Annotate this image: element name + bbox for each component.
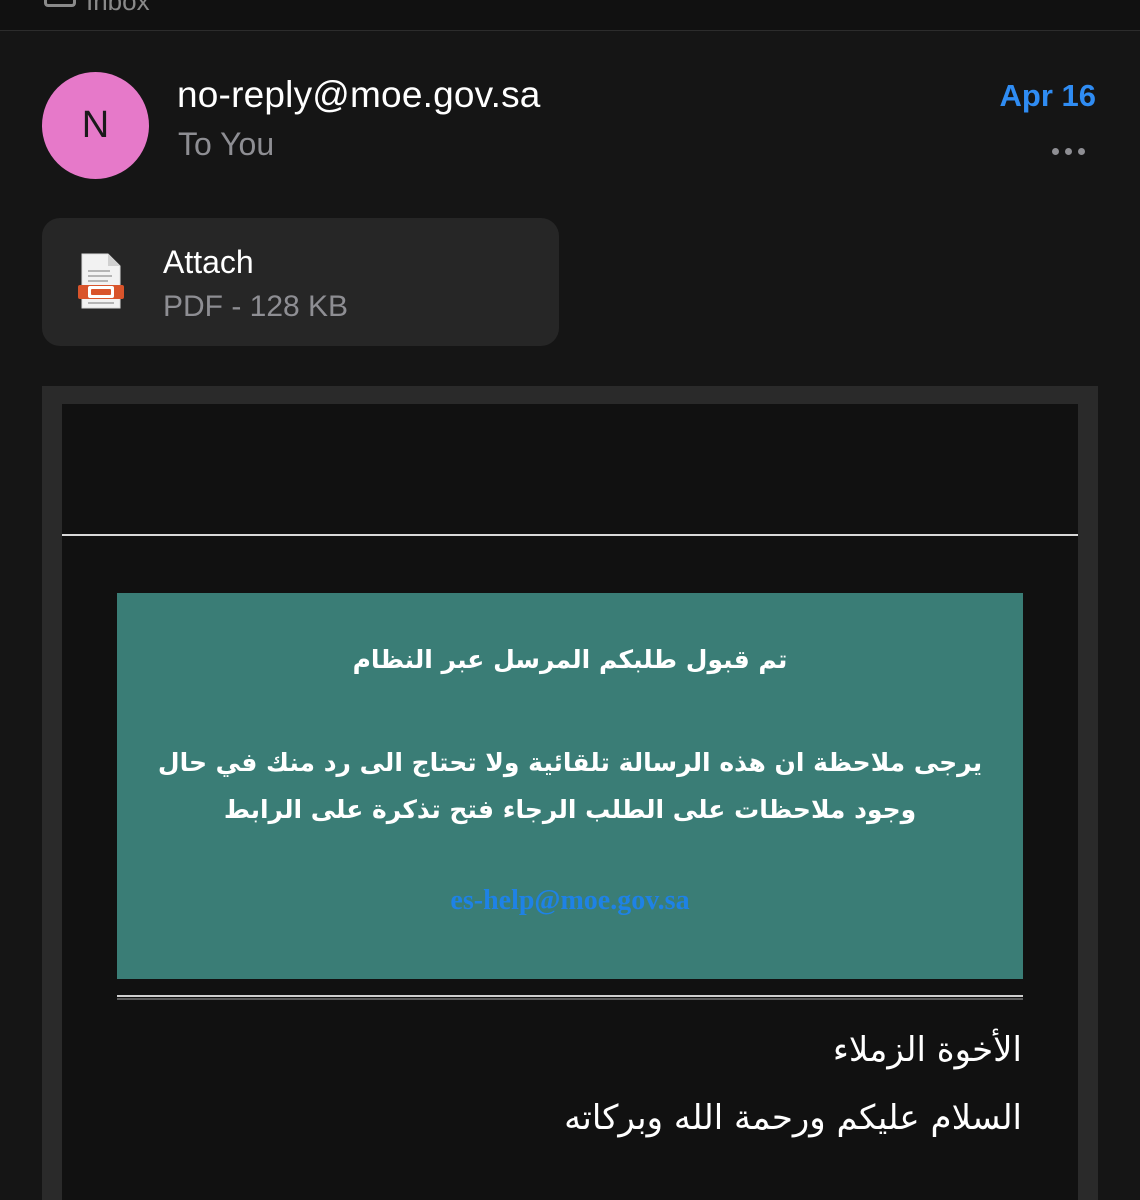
divider	[62, 534, 1078, 536]
recipient-label[interactable]: To You	[178, 126, 274, 163]
back-to-inbox-link[interactable]: Inbox	[86, 0, 150, 17]
avatar-initial: N	[81, 104, 110, 146]
greeting-line: الأخوة الزملاء	[832, 1030, 1022, 1070]
attachment-meta: PDF - 128 KB	[163, 290, 349, 323]
notice-box: تم قبول طلبكم المرسل عبر النظام يرجى ملا…	[117, 593, 1023, 979]
ellipsis-dot	[1052, 148, 1059, 155]
ellipsis-dot	[1078, 148, 1085, 155]
salutation-line: السلام عليكم ورحمة الله وبركاته	[564, 1098, 1022, 1138]
notice-text: يرجى ملاحظة ان هذه الرسالة تلقائية ولا ت…	[157, 748, 983, 824]
sender-avatar[interactable]: N	[42, 72, 149, 179]
pdf-file-icon	[78, 253, 124, 309]
message-date: Apr 16	[999, 78, 1096, 113]
attachment-name: Attach	[163, 244, 254, 280]
inbox-icon[interactable]	[44, 0, 76, 7]
attachment-card[interactable]: Attach PDF - 128 KB	[42, 218, 559, 346]
help-email-link[interactable]: es-help@moe.gov.sa	[117, 885, 1023, 917]
notice-title: تم قبول طلبكم المرسل عبر النظام	[352, 645, 788, 674]
ellipsis-icon[interactable]	[1052, 148, 1085, 155]
divider	[117, 995, 1023, 1000]
ellipsis-dot	[1065, 148, 1072, 155]
top-navigation-bar: Inbox	[0, 0, 1140, 31]
sender-address[interactable]: no-reply@moe.gov.sa	[177, 74, 541, 116]
